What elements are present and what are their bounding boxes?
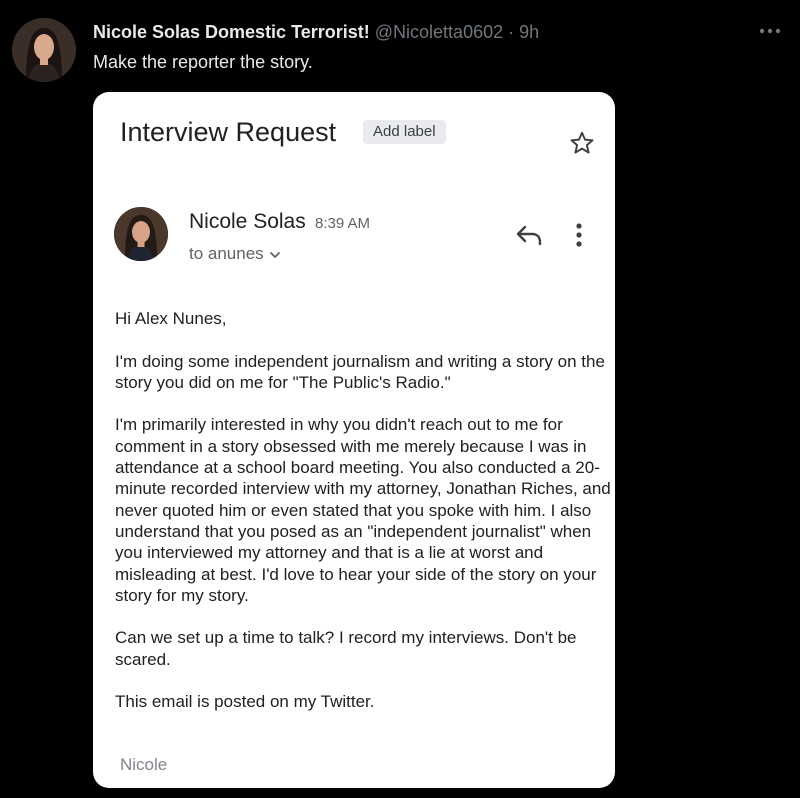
more-vertical-icon[interactable] — [575, 222, 583, 253]
display-name[interactable]: Nicole Solas Domestic Terrorist! — [93, 22, 370, 42]
sent-time: 8:39 AM — [315, 215, 371, 232]
email-paragraph: I'm doing some independent journalism an… — [115, 351, 605, 392]
separator-dot: · — [508, 22, 515, 42]
email-signature: Nicole — [120, 755, 168, 774]
add-label-button[interactable]: Add label — [363, 120, 446, 144]
user-avatar[interactable] — [12, 18, 76, 82]
reply-icon[interactable] — [514, 222, 546, 253]
chevron-down-icon — [269, 251, 280, 258]
tweet-text: Make the reporter the story. — [93, 52, 313, 72]
email-subject: Interview Request — [120, 117, 337, 147]
email-paragraph: This email is posted on my Twitter. — [115, 692, 375, 712]
recipient-details[interactable]: to anunes — [189, 242, 282, 266]
email-paragraph: Can we set up a time to talk? I record m… — [115, 628, 577, 669]
email-greeting: Hi Alex Nunes, — [115, 309, 227, 328]
tweet-header: Nicole Solas Domestic Terrorist! @Nicole… — [93, 20, 539, 44]
star-icon[interactable] — [569, 130, 595, 161]
email-paragraph: I'm primarily interested in why you didn… — [115, 415, 611, 605]
user-handle[interactable]: @Nicoletta0602 — [375, 22, 503, 42]
tweet: Nicole Solas Domestic Terrorist! @Nicole… — [0, 0, 800, 798]
recipient-text: to anunes — [189, 244, 264, 263]
tweet-timestamp[interactable]: 9h — [519, 22, 539, 42]
email-screenshot-card[interactable]: Interview Request Add label Nicole Solas… — [93, 92, 615, 788]
sender-name: Nicole Solas — [189, 210, 306, 233]
sender-avatar — [114, 207, 168, 261]
more-horizontal-icon[interactable] — [756, 20, 784, 42]
email-body: Hi Alex Nunes, I'm doing some independen… — [115, 308, 611, 734]
